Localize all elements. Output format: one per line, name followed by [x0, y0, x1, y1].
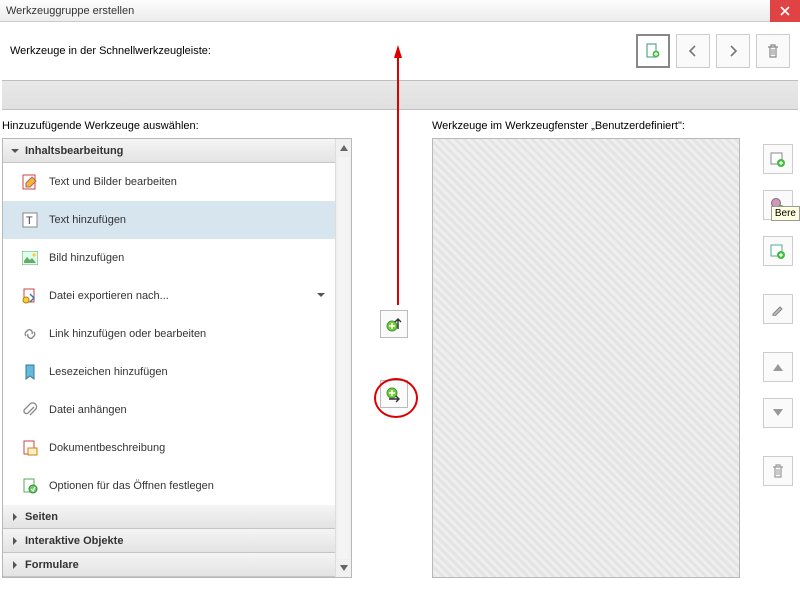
tool-add-image[interactable]: Bild hinzufügen [3, 239, 351, 277]
quick-tools-toolbar: Werkzeuge in der Schnellwerkzeugleiste: [0, 22, 800, 80]
edit-button[interactable] [763, 294, 793, 324]
svg-text:T: T [26, 215, 33, 227]
move-left-button[interactable] [676, 34, 710, 68]
scroll-up-icon[interactable] [336, 139, 352, 157]
close-button[interactable] [770, 0, 800, 22]
tool-add-bookmark[interactable]: Lesezeichen hinzufügen [3, 353, 351, 391]
list-item-label: Bild hinzufügen [49, 252, 124, 264]
chevron-right-icon [11, 537, 19, 545]
right-panel-label: Werkzeuge im Werkzeugfenster „Benutzerde… [432, 120, 685, 132]
link-icon [21, 325, 39, 343]
list-item-label: Text hinzufügen [49, 214, 126, 226]
accordion-content-editing[interactable]: Inhaltsbearbeitung [3, 139, 351, 163]
move-item-up-button[interactable] [763, 352, 793, 382]
list-item-label: Link hinzufügen oder bearbeiten [49, 328, 206, 340]
remove-item-button[interactable] [763, 456, 793, 486]
add-text-icon: T [21, 211, 39, 229]
accordion-label: Interaktive Objekte [25, 535, 123, 547]
accordion-label: Inhaltsbearbeitung [25, 145, 123, 157]
tool-edit-text-images[interactable]: Text und Bilder bearbeiten [3, 163, 351, 201]
doc-properties-icon [21, 439, 39, 457]
submenu-arrow-icon [317, 290, 325, 302]
add-to-set-button[interactable] [380, 380, 408, 408]
tool-document-description[interactable]: Dokumentbeschreibung [3, 429, 351, 467]
tool-open-options[interactable]: Optionen für das Öffnen festlegen [3, 467, 351, 505]
move-up-button[interactable] [380, 310, 408, 338]
delete-button[interactable] [756, 34, 790, 68]
quick-tools-strip [2, 80, 798, 110]
accordion-label: Formulare [25, 559, 79, 571]
side-buttons: Bere [758, 138, 798, 502]
left-panel-label: Hinzuzufügende Werkzeuge auswählen: [2, 120, 199, 138]
tool-export-file[interactable]: Datei exportieren nach... [3, 277, 351, 315]
list-item-label: Datei anhängen [49, 404, 127, 416]
list-item-label: Optionen für das Öffnen festlegen [49, 480, 214, 492]
custom-tools-panel[interactable] [432, 138, 740, 578]
chevron-right-icon [11, 513, 19, 521]
list-item-label: Text und Bilder bearbeiten [49, 176, 177, 188]
export-icon [21, 287, 39, 305]
scroll-track[interactable] [338, 157, 349, 559]
tooltip: Bere [771, 206, 800, 221]
quick-tools-label: Werkzeuge in der Schnellwerkzeugleiste: [10, 45, 211, 57]
tool-add-link[interactable]: Link hinzufügen oder bearbeiten [3, 315, 351, 353]
accordion-forms[interactable]: Formulare [3, 553, 351, 577]
list-item-label: Dokumentbeschreibung [49, 442, 165, 454]
left-scrollbar[interactable] [335, 139, 351, 577]
chevron-right-icon [11, 561, 19, 569]
title-bar: Werkzeuggruppe erstellen [0, 0, 800, 22]
accordion-interactive-objects[interactable]: Interaktive Objekte [3, 529, 351, 553]
edit-text-image-icon [21, 173, 39, 191]
tool-add-text[interactable]: T Text hinzufügen [3, 201, 351, 239]
accordion-label: Seiten [25, 511, 58, 523]
scroll-down-icon[interactable] [336, 559, 352, 577]
main-area: Hinzuzufügende Werkzeuge auswählen: Werk… [0, 110, 800, 600]
list-item-label: Lesezeichen hinzufügen [49, 366, 168, 378]
available-tools-panel: Inhaltsbearbeitung Text und Bilder bearb… [2, 138, 352, 578]
move-right-button[interactable] [716, 34, 750, 68]
image-icon [21, 249, 39, 267]
add-divider-button[interactable] [763, 236, 793, 266]
add-panel-button[interactable] [763, 144, 793, 174]
tool-attach-file[interactable]: Datei anhängen [3, 391, 351, 429]
open-options-icon [21, 477, 39, 495]
list-item-label: Datei exportieren nach... [49, 290, 169, 302]
bookmark-icon [21, 363, 39, 381]
add-to-quickbar-button[interactable] [636, 34, 670, 68]
move-item-down-button[interactable] [763, 398, 793, 428]
chevron-down-icon [11, 147, 19, 155]
paperclip-icon [21, 401, 39, 419]
accordion-pages[interactable]: Seiten [3, 505, 351, 529]
window-title: Werkzeuggruppe erstellen [6, 5, 134, 17]
